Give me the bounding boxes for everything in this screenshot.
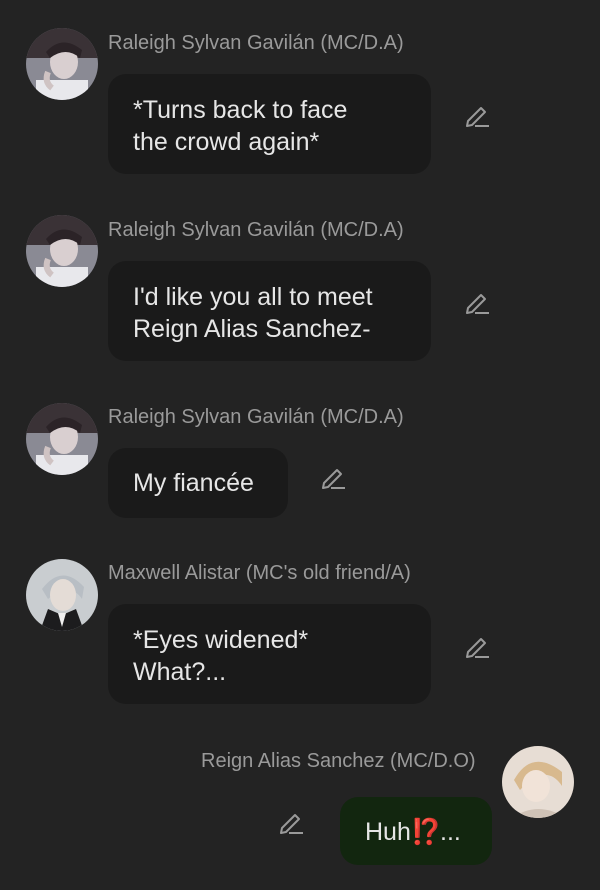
message-text-suffix: ... — [440, 818, 461, 846]
message-text-line: *Eyes widened* — [133, 626, 309, 654]
pencil-edit-icon[interactable] — [276, 807, 306, 837]
message-bubble[interactable]: *Eyes widened* What?... — [108, 604, 431, 704]
pencil-edit-icon[interactable] — [462, 631, 492, 661]
message-text: Huh — [365, 818, 411, 846]
sender-name: Raleigh Sylvan Gavilán (MC/D.A) — [108, 32, 404, 54]
pencil-edit-icon[interactable] — [318, 462, 348, 492]
message-bubble[interactable]: *Turns back to face the crowd again* — [108, 74, 431, 174]
sender-avatar[interactable] — [26, 28, 98, 100]
message-text-line: *Turns back to face — [133, 96, 348, 124]
sender-name: Raleigh Sylvan Gavilán (MC/D.A) — [108, 219, 404, 241]
message-text-line: My fiancée — [133, 469, 254, 497]
message-bubble[interactable]: My fiancée — [108, 448, 288, 518]
sender-avatar[interactable] — [26, 215, 98, 287]
exclamation-question-emoji: ⁉️ — [410, 818, 442, 846]
message-bubble[interactable]: Huh⁉️... — [340, 797, 492, 865]
sender-name: Maxwell Alistar (MC's old friend/A) — [108, 562, 411, 584]
pencil-edit-icon[interactable] — [462, 287, 492, 317]
sender-name: Raleigh Sylvan Gavilán (MC/D.A) — [108, 406, 404, 428]
message-bubble[interactable]: I'd like you all to meet Reign Alias San… — [108, 261, 431, 361]
message-text-line: What?... — [133, 658, 227, 686]
message-text-line: Huh⁉️... — [365, 816, 467, 848]
sender-avatar[interactable] — [26, 403, 98, 475]
pencil-edit-icon[interactable] — [462, 100, 492, 130]
message-text-line: I'd like you all to meet — [133, 283, 373, 311]
user-avatar[interactable] — [502, 746, 574, 818]
sender-name: Reign Alias Sanchez (MC/D.O) — [201, 750, 476, 772]
sender-avatar[interactable] — [26, 559, 98, 631]
message-text-line: Reign Alias Sanchez- — [133, 315, 371, 343]
message-text-line: the crowd again* — [133, 128, 320, 156]
